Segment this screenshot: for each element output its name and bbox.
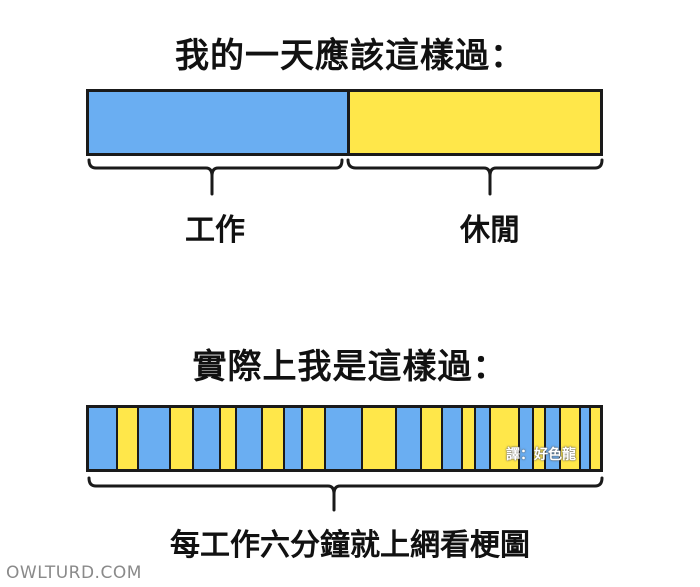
work-stripe	[138, 408, 172, 469]
work-stripe	[580, 408, 591, 469]
work-stripe	[443, 408, 463, 469]
leisure-stripe	[362, 408, 398, 469]
leisure-stripe	[422, 408, 444, 469]
leisure-stripe	[462, 408, 476, 469]
leisure-brace	[346, 158, 604, 196]
work-stripe	[326, 408, 363, 469]
translator-watermark: 譯：好色龍	[506, 447, 576, 463]
site-credit: OWLTURD.COM	[6, 563, 142, 583]
work-brace	[87, 158, 344, 196]
leisure-stripe	[263, 408, 285, 469]
leisure-label: 休閒	[460, 213, 520, 248]
leisure-stripe	[303, 408, 327, 469]
leisure-stripe	[117, 408, 139, 469]
braces	[87, 158, 604, 512]
leisure-stripe	[171, 408, 194, 469]
work-stripe	[89, 408, 118, 469]
bottom-title: 實際上我是這樣過：	[192, 347, 508, 387]
work-stripe	[397, 408, 423, 469]
work-label: 工作	[185, 213, 245, 248]
work-stripe	[193, 408, 221, 469]
leisure-stripe	[590, 408, 600, 469]
work-stripe	[284, 408, 304, 469]
work-stripe	[475, 408, 491, 469]
work-stripe	[237, 408, 264, 469]
leisure-stripe	[221, 408, 238, 469]
actual-brace	[87, 476, 604, 512]
bottom-caption: 每工作六分鐘就上網看梗圖	[170, 528, 530, 563]
